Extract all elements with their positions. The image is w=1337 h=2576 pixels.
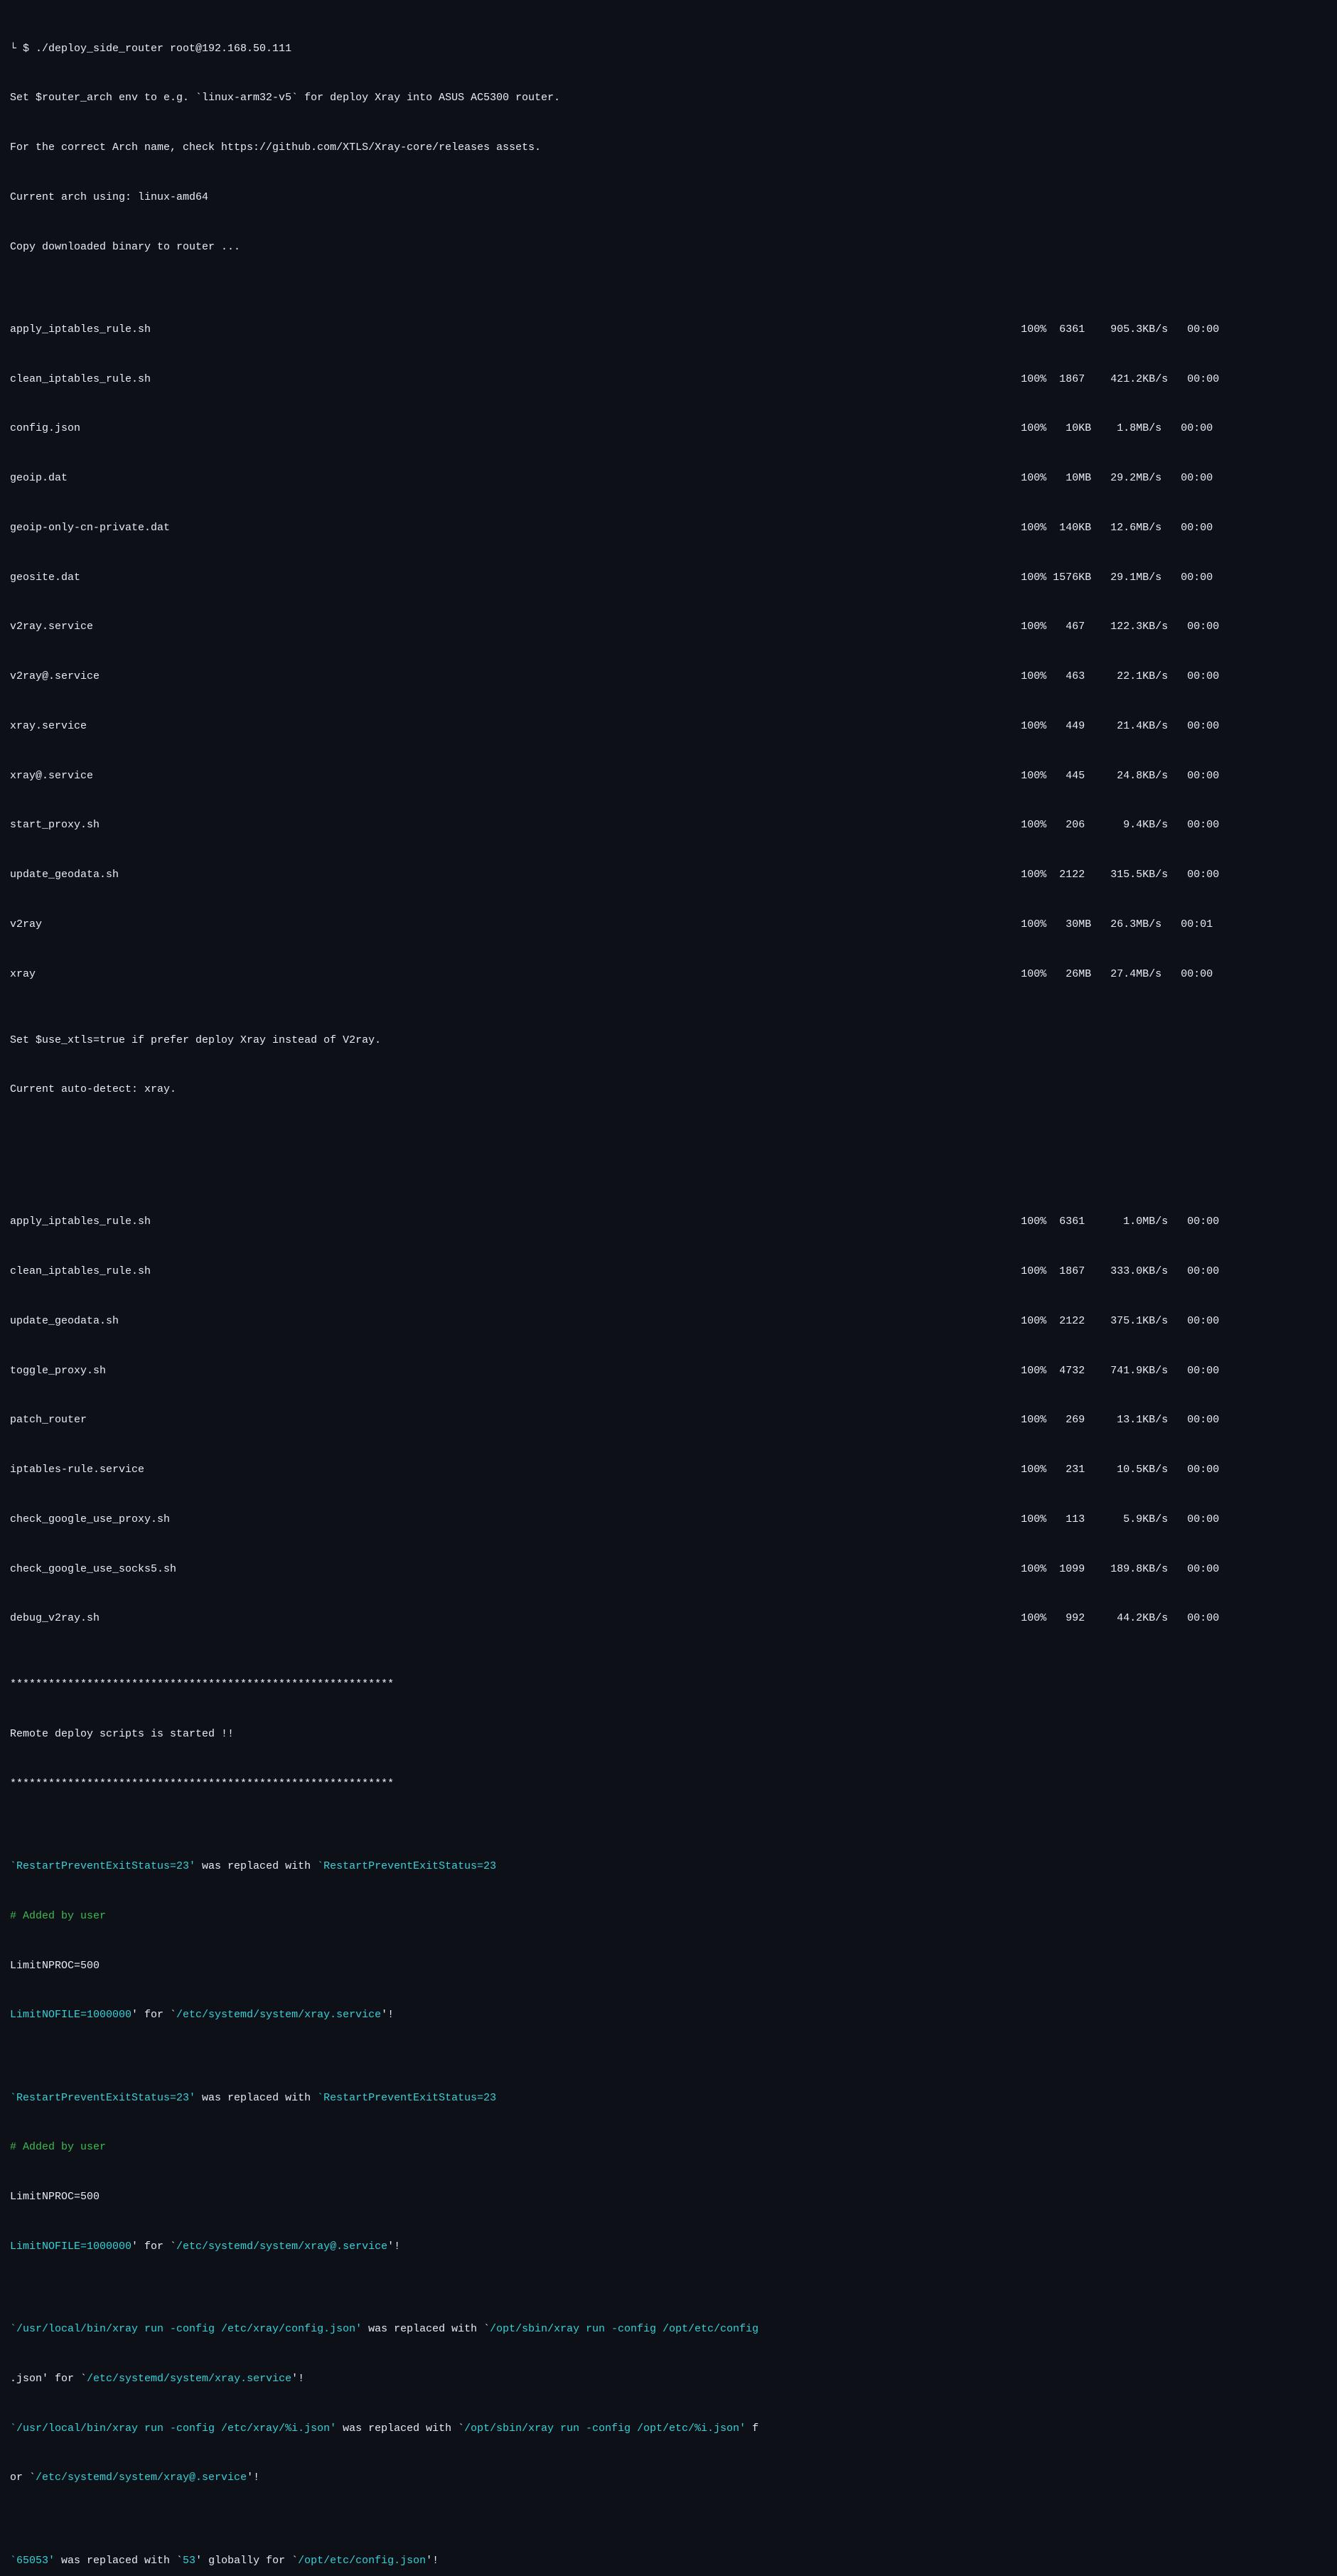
- file-transfer-row: clean_iptables_rule.sh 100% 1867 333.0KB…: [10, 1263, 1327, 1279]
- file-transfer-row: apply_iptables_rule.sh 100% 6361 1.0MB/s…: [10, 1213, 1327, 1230]
- file-transfer-row: update_geodata.sh 100% 2122 375.1KB/s 00…: [10, 1313, 1327, 1329]
- file-transfer-row: xray 100% 26MB 27.4MB/s 00:00: [10, 966, 1327, 982]
- file-transfer-row: apply_iptables_rule.sh 100% 6361 905.3KB…: [10, 321, 1327, 338]
- port-replace-line: `65053' was replaced with `53' globally …: [10, 2553, 1327, 2569]
- empty-line: [10, 1131, 1327, 1147]
- xray-path-line1: `/usr/local/bin/xray run -config /etc/xr…: [10, 2321, 1327, 2337]
- deploy-started-line: Remote deploy scripts is started !!: [10, 1726, 1327, 1742]
- file-transfer-row: update_geodata.sh 100% 2122 315.5KB/s 00…: [10, 866, 1327, 883]
- xray-path-line3: `/usr/local/bin/xray run -config /etc/xr…: [10, 2420, 1327, 2437]
- limitnofile-line2: LimitNOFILE=1000000' for `/etc/systemd/s…: [10, 2238, 1327, 2255]
- output-line: Current arch using: linux-amd64: [10, 189, 1327, 205]
- output-line: Copy downloaded binary to router ...: [10, 239, 1327, 255]
- restart-prevent-line1: `RestartPreventExitStatus=23' was replac…: [10, 1858, 1327, 1874]
- file-transfer-row: xray@.service 100% 445 24.8KB/s 00:00: [10, 768, 1327, 784]
- xray-path-line4: or `/etc/systemd/system/xray@.service'!: [10, 2469, 1327, 2486]
- file-transfer-row: xray.service 100% 449 21.4KB/s 00:00: [10, 718, 1327, 734]
- file-transfer-row: config.json 100% 10KB 1.8MB/s 00:00: [10, 420, 1327, 436]
- file-transfer-row: check_google_use_proxy.sh 100% 113 5.9KB…: [10, 1511, 1327, 1528]
- output-line: For the correct Arch name, check https:/…: [10, 139, 1327, 156]
- file-transfer-row: geoip-only-cn-private.dat 100% 140KB 12.…: [10, 520, 1327, 536]
- prompt-line: └ $ ./deploy_side_router root@192.168.50…: [10, 41, 1327, 57]
- file-transfer-row: v2ray 100% 30MB 26.3MB/s 00:01: [10, 916, 1327, 933]
- added-by-user-line: # Added by user: [10, 1908, 1327, 1924]
- file-transfer-row: toggle_proxy.sh 100% 4732 741.9KB/s 00:0…: [10, 1363, 1327, 1379]
- terminal-window: └ $ ./deploy_side_router root@192.168.50…: [0, 0, 1337, 2576]
- separator-line: ****************************************…: [10, 1676, 1327, 1692]
- file-transfer-row: clean_iptables_rule.sh 100% 1867 421.2KB…: [10, 371, 1327, 387]
- output-line: Set $use_xtls=true if prefer deploy Xray…: [10, 1032, 1327, 1048]
- file-transfer-row: debug_v2ray.sh 100% 992 44.2KB/s 00:00: [10, 1610, 1327, 1626]
- file-transfer-row: iptables-rule.service 100% 231 10.5KB/s …: [10, 1461, 1327, 1478]
- limitnproc-line: LimitNPROC=500: [10, 1958, 1327, 1974]
- output-line: Set $router_arch env to e.g. `linux-arm3…: [10, 90, 1327, 106]
- limitnofile-line1: LimitNOFILE=1000000' for `/etc/systemd/s…: [10, 2007, 1327, 2023]
- file-transfer-row: v2ray@.service 100% 463 22.1KB/s 00:00: [10, 668, 1327, 685]
- file-transfer-row: geoip.dat 100% 10MB 29.2MB/s 00:00: [10, 470, 1327, 486]
- xray-path-line2: .json' for `/etc/systemd/system/xray.ser…: [10, 2371, 1327, 2387]
- output-line: Current auto-detect: xray.: [10, 1081, 1327, 1098]
- file-transfer-row: check_google_use_socks5.sh 100% 1099 189…: [10, 1561, 1327, 1577]
- file-transfer-row: start_proxy.sh 100% 206 9.4KB/s 00:00: [10, 817, 1327, 833]
- file-transfer-row: v2ray.service 100% 467 122.3KB/s 00:00: [10, 618, 1327, 635]
- limitnproc-line2: LimitNPROC=500: [10, 2189, 1327, 2205]
- separator-line: ****************************************…: [10, 1776, 1327, 1792]
- restart-prevent-line2: `RestartPreventExitStatus=23' was replac…: [10, 2090, 1327, 2106]
- file-transfer-row: patch_router 100% 269 13.1KB/s 00:00: [10, 1412, 1327, 1428]
- file-transfer-row: geosite.dat 100% 1576KB 29.1MB/s 00:00: [10, 569, 1327, 586]
- added-by-user-line2: # Added by user: [10, 2139, 1327, 2155]
